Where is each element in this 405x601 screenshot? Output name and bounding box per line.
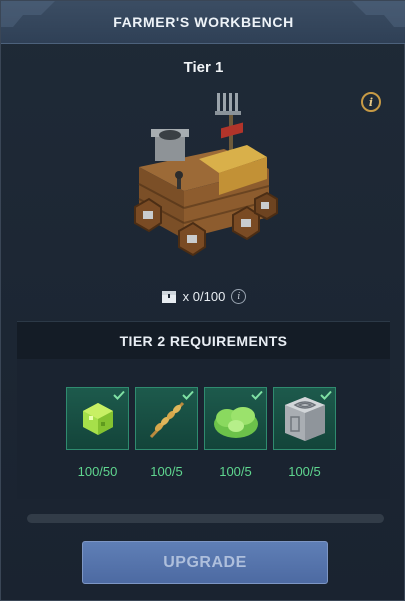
header-ornament-left	[1, 1, 55, 27]
requirement-amount: 100/5	[150, 464, 183, 479]
requirement-amount: 100/5	[288, 464, 321, 479]
check-icon	[251, 390, 263, 400]
storage-count: x 0/100	[182, 289, 226, 304]
requirement-item[interactable]: 100/5	[272, 387, 337, 479]
requirement-slot[interactable]	[66, 387, 129, 450]
requirement-amount: 100/50	[77, 464, 118, 479]
farmer-workbench-cart-image	[134, 93, 278, 257]
requirement-slot[interactable]	[204, 387, 267, 450]
panel-header: FARMER'S WORKBENCH	[1, 1, 405, 44]
requirement-item[interactable]: 100/50	[65, 387, 130, 479]
requirement-slot[interactable]	[135, 387, 198, 450]
stone-block-icon	[284, 396, 325, 441]
requirements-title: TIER 2 REQUIREMENTS	[119, 333, 288, 349]
upgrade-button[interactable]: UPGRADE	[82, 541, 328, 584]
header-ornament-right	[352, 1, 405, 27]
requirement-item[interactable]: 100/5	[203, 387, 268, 479]
storage-info-icon[interactable]: i	[231, 289, 247, 304]
check-icon	[320, 390, 332, 400]
requirement-item[interactable]: 100/5	[134, 387, 199, 479]
check-icon	[182, 390, 194, 400]
check-icon	[113, 390, 125, 400]
requirement-slot[interactable]	[273, 387, 336, 450]
storage-capacity: x 0/100 i	[1, 289, 405, 304]
chest-icon	[161, 290, 176, 303]
panel-title: FARMER'S WORKBENCH	[113, 14, 294, 30]
lettuce-icon	[213, 406, 258, 438]
tier-title: Tier 1	[183, 59, 224, 76]
upgrade-progress-bar	[27, 514, 384, 523]
workbench-panel: FARMER'S WORKBENCH Tier 1 i x 0/100 i TI…	[0, 0, 405, 601]
wheat-icon	[149, 401, 184, 438]
requirement-amount: 100/5	[219, 464, 252, 479]
requirements-list: 100/50 100/5 100/5 100/5	[65, 387, 337, 479]
info-icon[interactable]: i	[361, 92, 381, 112]
requirements-header: TIER 2 REQUIREMENTS	[17, 321, 390, 361]
slime-cube-icon	[82, 402, 113, 435]
